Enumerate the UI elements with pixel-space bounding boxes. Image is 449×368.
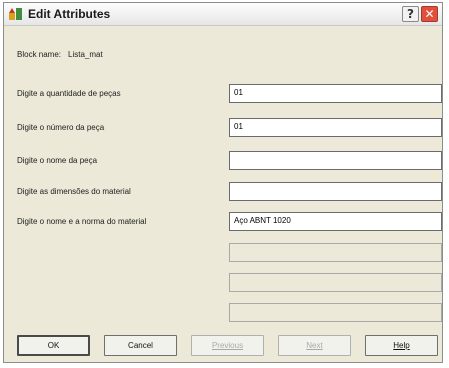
attribute-label-material: Digite o nome e a norma do material [17,217,147,226]
title-bar[interactable]: Edit Attributes ? ✕ [4,3,442,26]
attribute-field-empty-1 [229,243,442,262]
cancel-button[interactable]: Cancel [104,335,177,356]
attribute-field-part-name[interactable] [229,151,442,170]
attribute-field-part-number[interactable]: 01 [229,118,442,137]
dialog-title: Edit Attributes [28,7,111,21]
attribute-label-dimensions: Digite as dimensões do material [17,187,131,196]
attribute-field-empty-3 [229,303,442,322]
ok-button[interactable]: OK [17,335,90,356]
previous-button-label: Previous [211,341,244,350]
block-name-value: Lista_mat [68,50,103,59]
attribute-label-part-number: Digite o número da peça [17,123,105,132]
attribute-field-material[interactable]: Aço ABNT 1020 [229,212,442,231]
next-button-label: Next [306,341,323,350]
help-icon[interactable]: ? [402,6,419,22]
attribute-field-quantity[interactable]: 01 [229,84,442,103]
previous-button[interactable]: Previous [191,335,264,356]
edit-attributes-dialog: Edit Attributes ? ✕ Block name: Lista_ma… [3,2,443,363]
attribute-label-quantity: Digite a quantidade de peças [17,89,121,98]
next-button[interactable]: Next [278,335,351,356]
block-name-label: Block name: [17,50,62,59]
close-icon[interactable]: ✕ [421,6,438,22]
help-button-label: Help [393,341,410,350]
attribute-field-empty-2 [229,273,442,292]
attribute-field-dimensions[interactable] [229,182,442,201]
help-button[interactable]: Help [365,335,438,356]
app-icon [9,8,22,20]
attribute-label-part-name: Digite o nome da peça [17,156,98,165]
